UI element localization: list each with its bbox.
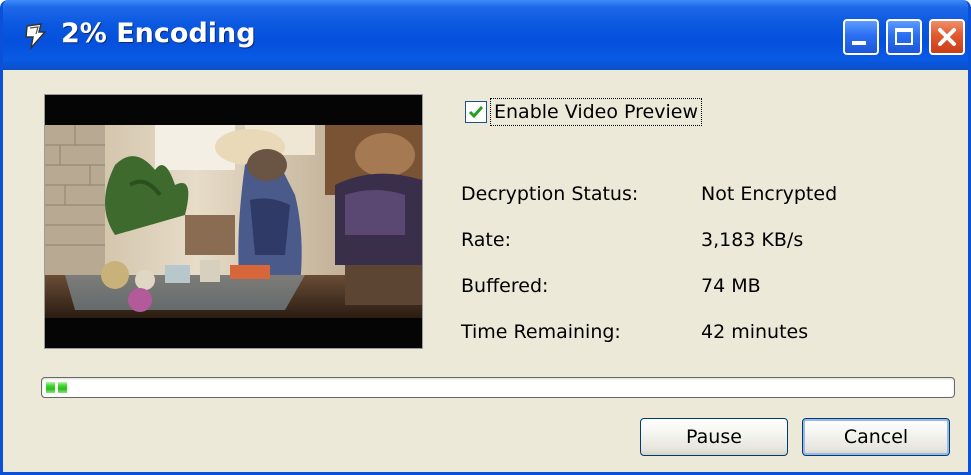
encoding-window: 2% Encoding Enable Video Preview Decrypt… <box>0 0 971 475</box>
enable-preview-row[interactable]: Enable Video Preview <box>465 96 702 128</box>
checkmark-icon <box>468 106 484 119</box>
close-icon <box>938 28 956 46</box>
decryption-status-value: Not Encrypted <box>701 183 838 205</box>
maximize-button[interactable] <box>886 19 922 55</box>
encoder-icon <box>25 23 47 50</box>
minimize-button[interactable] <box>843 19 879 55</box>
cancel-button[interactable]: Cancel <box>802 418 950 456</box>
rate-label: Rate: <box>461 229 511 251</box>
decryption-status-label: Decryption Status: <box>461 183 639 205</box>
buffered-value: 74 MB <box>701 275 761 297</box>
enable-preview-checkbox[interactable] <box>465 101 487 123</box>
rate-value: 3,183 KB/s <box>701 229 804 251</box>
close-button[interactable] <box>929 19 965 55</box>
maximize-icon <box>895 28 913 45</box>
progress-chunk <box>46 382 55 393</box>
time-remaining-label: Time Remaining: <box>461 321 621 343</box>
buffered-label: Buffered: <box>461 275 549 297</box>
video-preview <box>44 94 423 349</box>
encoding-progress-bar <box>41 377 955 398</box>
progress-fill <box>46 382 67 393</box>
progress-chunk <box>58 382 67 393</box>
pause-button[interactable]: Pause <box>640 418 788 456</box>
time-remaining-value: 42 minutes <box>701 321 809 343</box>
video-frame-image <box>45 125 422 318</box>
window-title: 2% Encoding <box>61 18 256 49</box>
minimize-icon <box>852 41 866 45</box>
title-bar[interactable]: 2% Encoding <box>3 0 968 70</box>
enable-preview-label[interactable]: Enable Video Preview <box>490 98 702 126</box>
